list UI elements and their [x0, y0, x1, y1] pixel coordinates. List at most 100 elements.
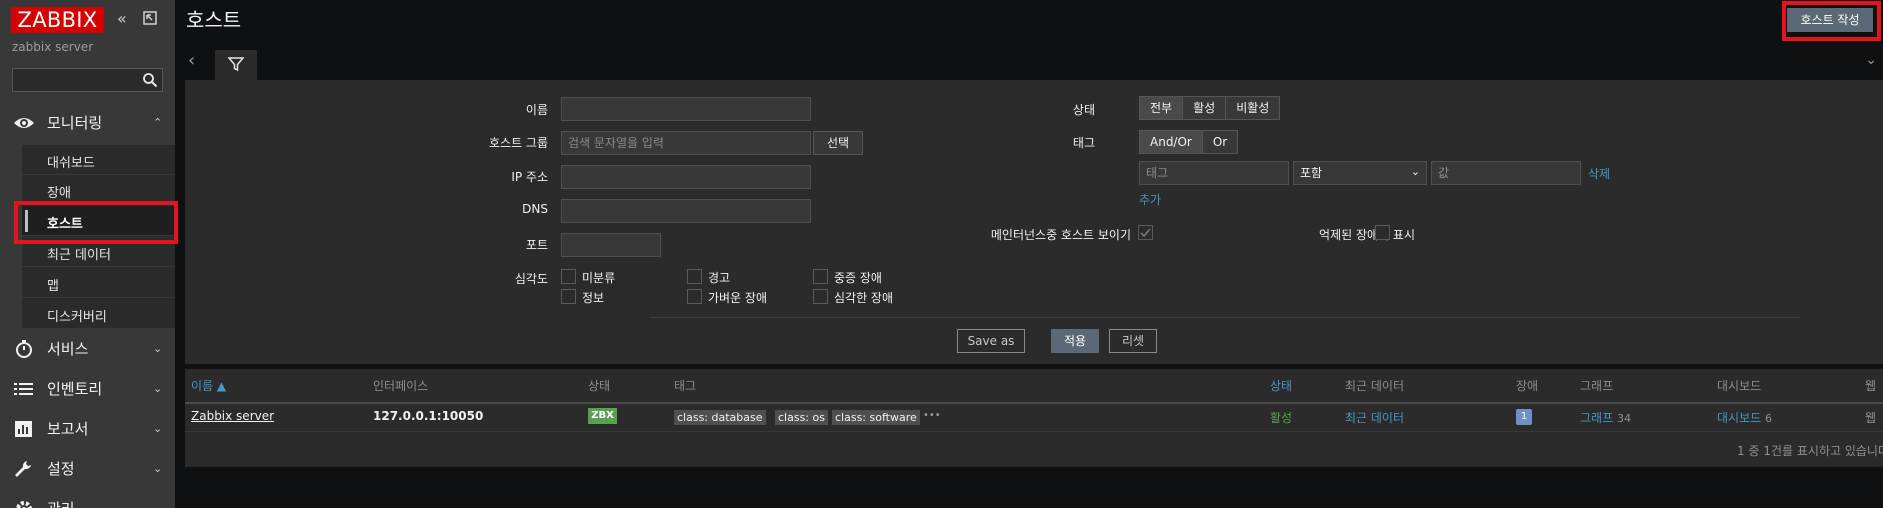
show-suppressed-checkbox[interactable]	[1375, 225, 1390, 240]
filter-dns-label: DNS	[522, 202, 548, 216]
severity-high-checkbox[interactable]	[813, 269, 828, 284]
host-status-link[interactable]: 활성	[1270, 409, 1292, 426]
filter-ip-input[interactable]	[561, 165, 811, 189]
host-name-link[interactable]: Zabbix server	[191, 409, 274, 423]
stopwatch-icon	[16, 340, 32, 358]
column-status-header[interactable]: 상태	[1270, 377, 1292, 394]
filter-name-input[interactable]	[561, 97, 811, 121]
filter-icon	[228, 57, 244, 72]
status-any-option[interactable]: 전부	[1140, 97, 1184, 119]
menu-monitoring[interactable]: 모니터링 ⌃	[0, 103, 175, 143]
host-interface: 127.0.0.1:10050	[373, 409, 484, 423]
more-tags-icon[interactable]: •••	[923, 410, 941, 421]
severity-information-checkbox[interactable]	[561, 289, 576, 304]
dashboards-link[interactable]: 대시보드	[1717, 411, 1761, 425]
server-name: zabbix server	[12, 40, 94, 54]
severity-not-classified-label: 미분류	[582, 271, 616, 285]
column-problems-header: 장애	[1516, 379, 1539, 393]
apply-button[interactable]: 적용	[1051, 329, 1099, 353]
sidebar-search-input[interactable]	[12, 68, 163, 92]
severity-average-checkbox[interactable]	[687, 289, 702, 304]
sidebar: ZABBIX « zabbix server 모니터링 ⌃ 대쉬보드 장애 호스…	[0, 0, 178, 508]
tag-logic-and-or-option[interactable]: And/Or	[1140, 131, 1203, 153]
severity-warning-label: 경고	[708, 271, 731, 285]
filter-tags-label: 태그	[1072, 136, 1095, 150]
status-enabled-option[interactable]: 활성	[1183, 97, 1227, 119]
chevron-down-icon: ⌄	[153, 422, 163, 435]
host-tag[interactable]: class: software	[832, 410, 920, 425]
chevron-down-icon[interactable]: ⌄	[1865, 52, 1877, 68]
check-icon	[1140, 228, 1151, 238]
chevron-left-icon[interactable]: ‹	[188, 52, 195, 70]
graphs-link[interactable]: 그래프	[1580, 411, 1613, 425]
submenu-dashboard[interactable]: 대쉬보드	[22, 145, 175, 175]
menu-inventory[interactable]: 인벤토리 ⌄	[0, 369, 175, 409]
dashboards-count: 6	[1765, 412, 1772, 425]
web-cell[interactable]: 웹	[1865, 409, 1876, 426]
menu-inventory-label: 인벤토리	[47, 380, 103, 398]
menu-services[interactable]: 서비스 ⌄	[0, 329, 175, 369]
chevron-down-icon: ⌄	[153, 382, 163, 395]
menu-administration-label: 관리	[47, 499, 75, 508]
chevron-down-icon: ⌄	[153, 342, 163, 355]
zbx-availability-badge[interactable]: ZBX	[588, 408, 617, 424]
tag-value-input[interactable]: 값	[1431, 161, 1581, 185]
column-graphs-header: 그래프	[1580, 379, 1614, 393]
zabbix-logo[interactable]: ZABBIX	[11, 7, 104, 33]
tag-logic-segmented-control: And/Or Or	[1139, 130, 1239, 154]
tag-operator-select[interactable]: 포함 ⌄	[1293, 161, 1427, 185]
hosts-table: 이름 ▲ 인터페이스 상태 태그 상태 최근 데이터 장애 그래프 대시보드 웹…	[185, 369, 1883, 467]
collapse-sidebar-icon[interactable]: «	[117, 9, 127, 29]
menu-monitoring-label: 모니터링	[47, 114, 103, 132]
filter-ip-label: IP 주소	[511, 170, 548, 184]
filter-name-label: 이름	[525, 103, 548, 117]
submenu-discovery[interactable]: 디스커버리	[22, 299, 175, 329]
filter-host-group-label: 호스트 그룹	[488, 136, 548, 150]
column-interface-header: 인터페이스	[373, 379, 429, 393]
menu-configuration-label: 설정	[47, 460, 75, 478]
status-segmented-control: 전부 활성 비활성	[1139, 96, 1281, 120]
filter-panel: 이름 호스트 그룹 검색 문자열을 입력 선택 IP 주소 DNS 포트 심각도…	[185, 80, 1883, 364]
table-row-rule	[185, 431, 1883, 432]
menu-reports-label: 보고서	[47, 420, 89, 438]
filter-severity-label: 심각도	[514, 272, 548, 286]
status-disabled-option[interactable]: 비활성	[1226, 97, 1280, 119]
search-icon[interactable]	[142, 72, 158, 88]
tag-logic-or-option[interactable]: Or	[1202, 131, 1238, 153]
reset-button[interactable]: 리셋	[1109, 329, 1157, 353]
filter-divider	[650, 317, 1800, 318]
save-as-button[interactable]: Save as	[957, 329, 1025, 353]
severity-disaster-checkbox[interactable]	[813, 289, 828, 304]
column-latest-data-header: 최근 데이터	[1345, 379, 1405, 393]
severity-average-label: 가벼운 장애	[708, 291, 768, 305]
eye-icon	[14, 118, 34, 128]
menu-administration[interactable]: 관리	[0, 489, 175, 508]
submenu-maps[interactable]: 맵	[22, 268, 175, 298]
filter-tab[interactable]	[215, 50, 257, 82]
column-name-header[interactable]: 이름 ▲	[191, 377, 226, 394]
severity-not-classified-checkbox[interactable]	[561, 269, 576, 284]
chevron-down-icon: ⌄	[1410, 165, 1420, 178]
column-web-header: 웹	[1865, 379, 1877, 393]
show-maintenance-checkbox[interactable]	[1138, 225, 1153, 240]
menu-reports[interactable]: 보고서 ⌄	[0, 409, 175, 449]
severity-warning-checkbox[interactable]	[687, 269, 702, 284]
severity-information-label: 정보	[582, 291, 605, 305]
problems-count-badge[interactable]: 1	[1516, 409, 1532, 425]
tag-name-input[interactable]: 태그	[1139, 161, 1289, 185]
column-availability-header: 상태	[588, 379, 611, 393]
host-tag[interactable]: class: database	[674, 410, 766, 425]
kiosk-mode-icon[interactable]	[143, 11, 157, 32]
filter-dns-input[interactable]	[561, 199, 811, 223]
menu-configuration[interactable]: 설정 ⌄	[0, 449, 175, 489]
tag-add-link[interactable]: 추가	[1139, 191, 1161, 208]
host-group-select-button[interactable]: 선택	[813, 131, 863, 155]
tag-remove-link[interactable]: 삭제	[1588, 165, 1610, 182]
tag-operator-value: 포함	[1300, 166, 1323, 180]
bar-chart-icon	[15, 421, 32, 437]
host-tag[interactable]: class: os	[775, 410, 828, 425]
filter-host-group-input[interactable]: 검색 문자열을 입력	[561, 131, 811, 155]
filter-port-input[interactable]	[561, 233, 661, 257]
filter-tab-bar: ‹ ⌄	[175, 44, 1883, 82]
latest-data-link[interactable]: 최근 데이터	[1345, 409, 1404, 426]
